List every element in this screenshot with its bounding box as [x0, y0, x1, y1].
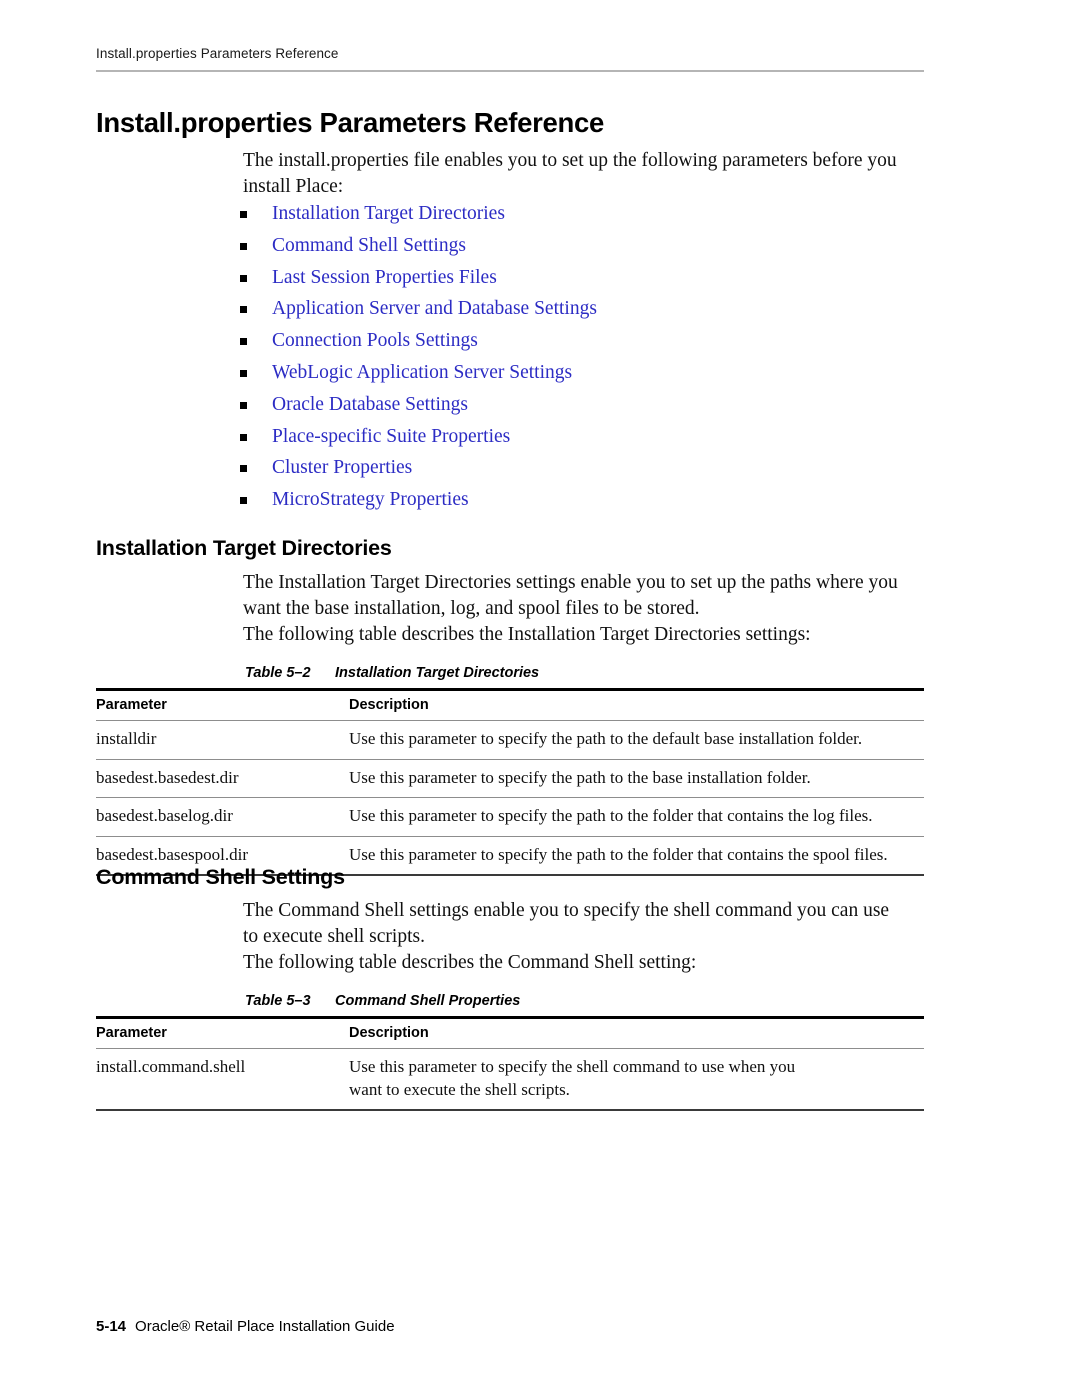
list-item[interactable]: Command Shell Settings: [240, 233, 940, 265]
list-item[interactable]: Installation Target Directories: [240, 201, 940, 233]
section-heading-command-shell-settings: Command Shell Settings: [96, 865, 345, 889]
link-last-session-properties-files[interactable]: Last Session Properties Files: [272, 265, 497, 291]
cell-description: Use this parameter to specify the path t…: [349, 759, 924, 798]
page-number: 5-14: [96, 1318, 127, 1335]
square-bullet-icon: [240, 401, 247, 409]
square-bullet-icon: [240, 338, 247, 346]
list-item[interactable]: Last Session Properties Files: [240, 265, 940, 297]
list-item[interactable]: WebLogic Application Server Settings: [240, 360, 940, 392]
link-oracle-database-settings[interactable]: Oracle Database Settings: [272, 392, 468, 418]
cell-parameter: install.command.shell: [96, 1048, 349, 1111]
link-weblogic-application-server-settings[interactable]: WebLogic Application Server Settings: [272, 360, 572, 386]
square-bullet-icon: [240, 242, 247, 250]
section-0-paragraph-1: The Installation Target Directories sett…: [243, 572, 898, 619]
cell-description: Use this parameter to specify the path t…: [349, 797, 924, 837]
cell-parameter: basedest.basedest.dir: [96, 759, 349, 798]
cell-parameter: basedest.baselog.dir: [96, 797, 349, 837]
section-link-list: Installation Target Directories Command …: [240, 201, 940, 519]
square-bullet-icon: [240, 369, 247, 377]
square-bullet-icon: [240, 306, 247, 314]
running-header-text: Install.properties Parameters Reference: [96, 46, 339, 61]
link-installation-target-directories[interactable]: Installation Target Directories: [272, 201, 505, 227]
table-row: basedest.basedest.dir Use this parameter…: [96, 759, 924, 798]
link-connection-pools-settings[interactable]: Connection Pools Settings: [272, 328, 478, 354]
square-bullet-icon: [240, 465, 247, 473]
cell-description: Use this parameter to specify the shell …: [349, 1048, 924, 1111]
table-caption: Table 5–2 Installation Target Directories: [96, 665, 924, 681]
table-installation-target-directories: Table 5–2 Installation Target Directories…: [96, 665, 924, 876]
link-application-server-and-database-settings[interactable]: Application Server and Database Settings: [272, 296, 597, 322]
list-item[interactable]: Connection Pools Settings: [240, 328, 940, 360]
page-footer: 5-14 Oracle® Retail Place Installation Gu…: [96, 1318, 395, 1335]
link-cluster-properties[interactable]: Cluster Properties: [272, 455, 412, 481]
cell-parameter: installdir: [96, 720, 349, 760]
document-page: Install.properties Parameters Reference …: [0, 0, 1080, 1397]
cell-description: Use this parameter to specify the path t…: [349, 836, 924, 876]
link-command-shell-settings[interactable]: Command Shell Settings: [272, 233, 466, 259]
table-caption: Table 5–3 Command Shell Properties: [96, 993, 924, 1009]
table-row: install.command.shell Use this parameter…: [96, 1048, 924, 1111]
column-header-description: Description: [349, 688, 924, 721]
list-item[interactable]: Cluster Properties: [240, 455, 940, 487]
section-1-paragraph-2: The following table describes the Comman…: [243, 952, 697, 973]
data-table: Parameter Description installdir Use thi…: [96, 688, 924, 876]
table-header-row: Parameter Description: [96, 1016, 924, 1049]
list-item[interactable]: Place-specific Suite Properties: [240, 424, 940, 456]
table-caption-number: Table 5–3: [245, 993, 311, 1009]
footer-document-title: Oracle® Retail Place Installation Guide: [135, 1318, 395, 1335]
running-header: Install.properties Parameters Reference: [96, 46, 924, 72]
table-command-shell-properties: Table 5–3 Command Shell Properties Parame…: [96, 993, 924, 1111]
square-bullet-icon: [240, 497, 247, 505]
link-place-specific-suite-properties[interactable]: Place-specific Suite Properties: [272, 424, 510, 450]
square-bullet-icon: [240, 211, 247, 218]
square-bullet-icon: [240, 274, 247, 282]
page-title: Install.properties Parameters Reference: [96, 107, 604, 138]
column-header-parameter: Parameter: [96, 1016, 349, 1049]
chapter-intro-paragraph: The install.properties file enables you …: [243, 150, 897, 197]
column-header-parameter: Parameter: [96, 688, 349, 721]
header-divider: [96, 70, 924, 72]
table-caption-number: Table 5–2: [245, 665, 311, 681]
table-row: installdir Use this parameter to specify…: [96, 720, 924, 760]
section-heading-installation-target-directories: Installation Target Directories: [96, 536, 392, 560]
column-header-description: Description: [349, 1016, 924, 1049]
list-item[interactable]: Oracle Database Settings: [240, 392, 940, 424]
cell-description: Use this parameter to specify the path t…: [349, 720, 924, 760]
data-table: Parameter Description install.command.sh…: [96, 1016, 924, 1111]
table-header-row: Parameter Description: [96, 688, 924, 721]
table-caption-title: Installation Target Directories: [335, 665, 540, 681]
square-bullet-icon: [240, 433, 247, 441]
link-microstrategy-properties[interactable]: MicroStrategy Properties: [272, 487, 469, 513]
list-item[interactable]: Application Server and Database Settings: [240, 296, 940, 328]
section-1-paragraph-1: The Command Shell settings enable you to…: [243, 900, 890, 947]
table-row: basedest.baselog.dir Use this parameter …: [96, 797, 924, 837]
list-item[interactable]: MicroStrategy Properties: [240, 487, 940, 519]
table-caption-title: Command Shell Properties: [335, 993, 521, 1009]
section-0-paragraph-2: The following table describes the Instal…: [243, 624, 811, 645]
